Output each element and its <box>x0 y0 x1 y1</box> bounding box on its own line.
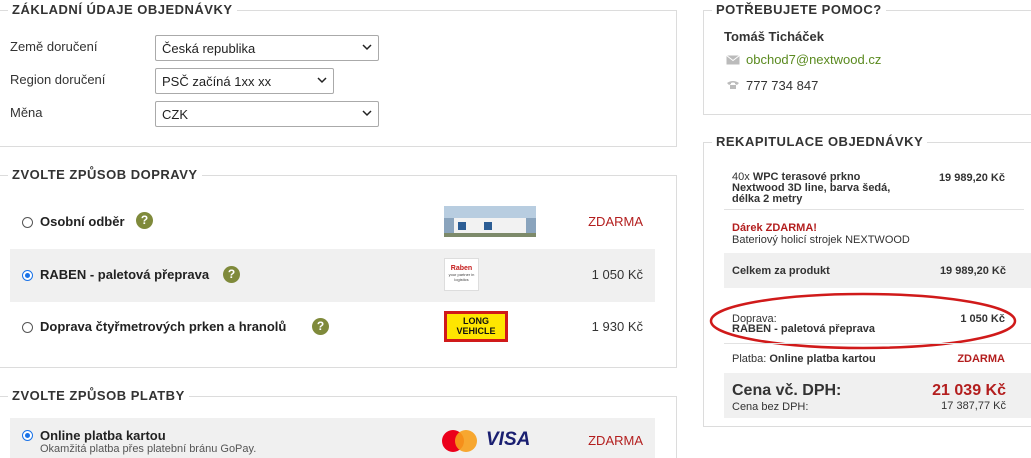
contact-phone: 777 734 847 <box>746 78 819 93</box>
total-product-value: 19 989,20 Kč <box>939 265 1006 277</box>
total-product-label: Celkem za produkt <box>732 265 830 277</box>
payment-price: ZDARMA <box>588 433 643 448</box>
total-product-row: Celkem za produkt 19 989,20 Kč <box>724 253 1031 288</box>
annotation-ellipse <box>709 292 1017 350</box>
payment-name: Online platba kartou <box>769 353 876 365</box>
chevron-down-icon <box>362 110 372 117</box>
basic-info-section: ZÁKLADNÍ ÚDAJE OBJEDNÁVKY Země doručení … <box>0 2 677 147</box>
payment-option-label: Online platba kartou <box>40 428 166 443</box>
payment-option-card[interactable]: Online platba kartou Okamžitá platba pře… <box>10 418 655 458</box>
shipping-option-pickup[interactable]: Osobní odběr ? ZDARMA <box>10 196 655 246</box>
shipping-option-label: RABEN - paletová přeprava <box>40 267 210 282</box>
payment-radio-card[interactable] <box>22 430 33 441</box>
gift-desc: Bateriový holicí strojek NEXTWOOD <box>732 234 910 246</box>
payment-label: Platba: <box>732 353 767 365</box>
envelope-icon <box>726 55 740 65</box>
net-label: Cena bez DPH: <box>732 401 809 413</box>
long-vehicle-sign: LONG VEHICLE <box>444 311 508 342</box>
basic-info-title: ZÁKLADNÍ ÚDAJE OBJEDNÁVKY <box>8 2 237 17</box>
country-select[interactable]: Česká republika <box>155 35 379 61</box>
raben-logo-text: Raben <box>450 265 473 272</box>
shipping-price: 1 930 Kč <box>591 319 643 334</box>
raben-logo-tagline: your partner in logistics <box>448 272 475 282</box>
country-label: Země doručení <box>10 39 98 54</box>
shipping-section: ZVOLTE ZPŮSOB DOPRAVY Osobní odběr ? ZDA… <box>0 167 677 368</box>
currency-select[interactable]: CZK <box>155 101 379 127</box>
payment-option-desc: Okamžitá platba přes platební bránu GoPa… <box>40 443 257 455</box>
chevron-down-icon <box>317 77 327 84</box>
raben-logo: Raben your partner in logistics <box>444 258 479 291</box>
shipping-option-raben[interactable]: RABEN - paletová přeprava ? Raben your p… <box>10 249 655 302</box>
help-icon[interactable]: ? <box>312 318 329 335</box>
gift-title: Dárek ZDARMA! <box>732 222 817 234</box>
long-vehicle-text: LONG <box>463 316 489 326</box>
recap-product: 40x WPC terasové prkno Nextwood 3D line,… <box>732 172 912 205</box>
help-section: POTŘEBUJETE POMOC? Tomáš Ticháček obchod… <box>703 2 1031 115</box>
region-select[interactable]: PSČ začíná 1xx xx <box>155 68 334 94</box>
shipping-price: 1 050 Kč <box>591 267 643 282</box>
net-value: 17 387,77 Kč <box>941 400 1006 412</box>
recap-title: REKAPITULACE OBJEDNÁVKY <box>712 134 928 149</box>
chevron-down-icon <box>362 44 372 51</box>
help-title: POTŘEBUJETE POMOC? <box>712 2 886 17</box>
shipping-radio-pickup[interactable] <box>22 217 33 228</box>
region-value: PSČ začíná 1xx xx <box>162 74 272 89</box>
help-icon[interactable]: ? <box>223 266 240 283</box>
visa-icon: VISA <box>486 429 531 450</box>
help-icon[interactable]: ? <box>136 212 153 229</box>
recap-section: REKAPITULACE OBJEDNÁVKY 40x WPC terasové… <box>703 134 1031 427</box>
currency-value: CZK <box>162 107 188 122</box>
contact-email-link[interactable]: obchod7@nextwood.cz <box>746 52 881 67</box>
payment-recap: Platba: Online platba kartou <box>732 353 876 365</box>
shipping-option-label: Doprava čtyřmetrových prken a hranolů <box>40 319 287 334</box>
payment-title: ZVOLTE ZPŮSOB PLATBY <box>8 388 189 403</box>
payment-recap-price: ZDARMA <box>957 353 1005 365</box>
grand-total-row: Cena vč. DPH: 21 039 Kč Cena bez DPH: 17… <box>724 373 1031 418</box>
shipping-radio-long[interactable] <box>22 322 33 333</box>
phone-icon <box>727 81 739 89</box>
region-label: Region doručení <box>10 72 106 87</box>
grand-total-value: 21 039 Kč <box>932 382 1006 399</box>
grand-total-label: Cena vč. DPH: <box>732 382 842 399</box>
shipping-title: ZVOLTE ZPŮSOB DOPRAVY <box>8 167 202 182</box>
country-value: Česká republika <box>162 41 256 56</box>
payment-section: ZVOLTE ZPŮSOB PLATBY Online platba karto… <box>0 388 677 458</box>
shipping-price: ZDARMA <box>588 214 643 229</box>
mastercard-icon <box>442 430 477 452</box>
currency-label: Měna <box>10 105 43 120</box>
product-name-3: délka 2 metry <box>732 193 803 205</box>
shipping-option-long[interactable]: Doprava čtyřmetrových prken a hranolů ? … <box>10 305 655 355</box>
contact-name: Tomáš Ticháček <box>724 29 824 44</box>
pickup-photo <box>444 206 536 237</box>
product-price: 19 989,20 Kč <box>938 172 1005 184</box>
shipping-option-label: Osobní odběr <box>40 214 125 229</box>
shipping-radio-raben[interactable] <box>22 270 33 281</box>
vehicle-text: VEHICLE <box>456 326 496 336</box>
